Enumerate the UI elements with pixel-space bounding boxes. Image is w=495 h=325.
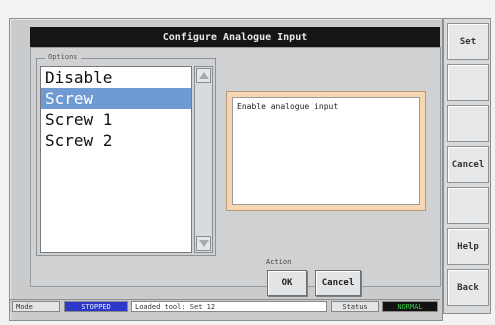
set-button[interactable]: Set [447, 23, 489, 60]
scroll-up-button[interactable] [196, 68, 211, 83]
status-label: Status [331, 301, 379, 312]
list-item-screw-1[interactable]: Screw 1 [41, 109, 191, 130]
options-scrollbar[interactable] [194, 66, 213, 253]
mode-label: Mode [12, 301, 60, 312]
help-button[interactable]: Help [447, 228, 489, 265]
scroll-down-button[interactable] [196, 236, 211, 251]
status-message: Loaded tool: Set 12 [131, 301, 327, 312]
soft-key-3[interactable] [447, 105, 489, 142]
configure-dialog: Options Disable Screw Screw 1 Screw 2 En… [30, 47, 441, 296]
arrow-down-icon [198, 240, 209, 247]
hmi-screen: Configure Analogue Input Options Disable… [9, 18, 443, 321]
description-text: Enable analogue input [232, 97, 420, 205]
arrow-up-icon [198, 72, 209, 79]
action-legend: Action [266, 258, 292, 266]
options-listbox[interactable]: Disable Screw Screw 1 Screw 2 [40, 66, 192, 253]
mode-badge: STOPPED [64, 301, 128, 312]
status-bar: Mode STOPPED Loaded tool: Set 12 Status … [10, 299, 440, 313]
ok-button[interactable]: OK [267, 270, 307, 296]
cancel-button[interactable]: Cancel [315, 270, 361, 296]
sidebar-cancel-button[interactable]: Cancel [447, 146, 489, 183]
description-frame: Enable analogue input [226, 91, 426, 211]
options-group: Options Disable Screw Screw 1 Screw 2 [36, 53, 216, 256]
soft-key-2[interactable] [447, 64, 489, 101]
list-item-disable[interactable]: Disable [41, 67, 191, 88]
list-item-screw-2[interactable]: Screw 2 [41, 130, 191, 151]
options-legend: Options [45, 53, 81, 61]
status-badge: NORMAL [382, 301, 438, 312]
list-item-screw[interactable]: Screw [41, 88, 191, 109]
back-button[interactable]: Back [447, 269, 489, 306]
dialog-title: Configure Analogue Input [30, 27, 440, 47]
soft-key-sidebar: Set Cancel Help Back [443, 18, 491, 314]
soft-key-5[interactable] [447, 187, 489, 224]
